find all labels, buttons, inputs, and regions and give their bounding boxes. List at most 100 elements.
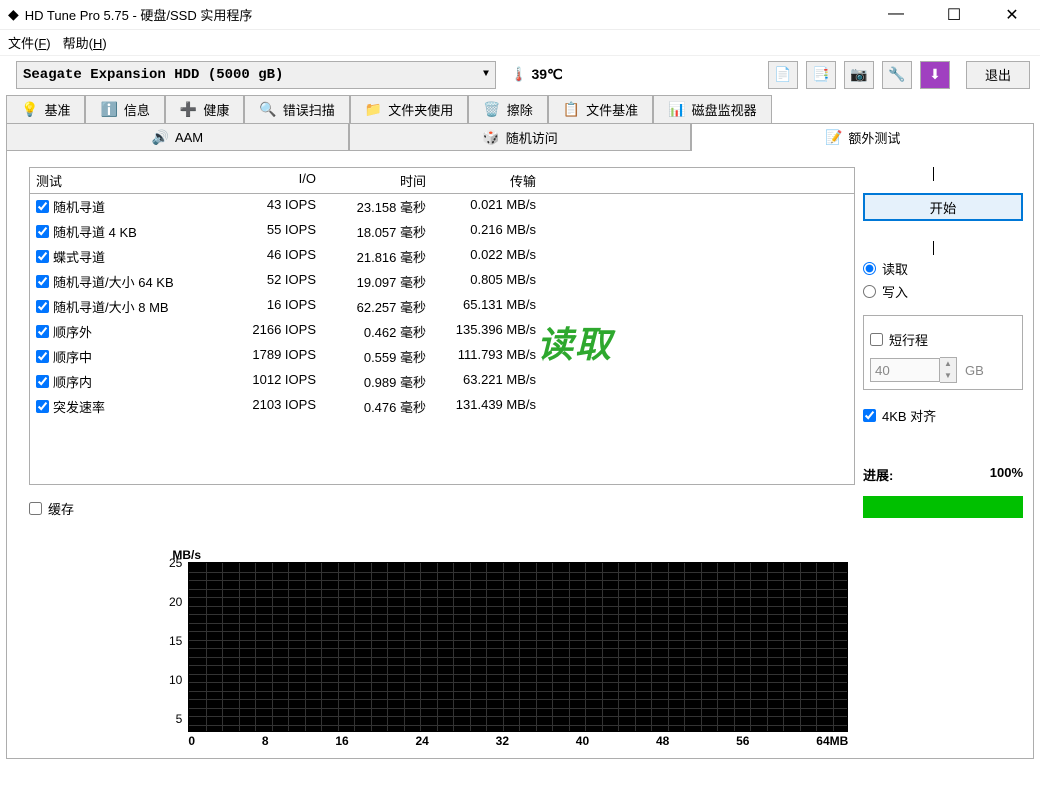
tab-文件基准[interactable]: 📋文件基准 [548,95,653,123]
row-time: 0.462 毫秒 [316,322,426,341]
watermark-text: 读取 [537,316,613,368]
chart-canvas [188,562,848,732]
start-button[interactable]: 开始 [863,193,1023,221]
row-xfer: 0.216 MB/s [426,222,536,241]
row-io: 1789 IOPS [226,347,316,366]
close-button[interactable]: ✕ [992,5,1032,25]
tab-错误扫描[interactable]: 🔍错误扫描 [244,95,349,123]
read-label: 读取 [882,259,908,278]
tab-基准[interactable]: 💡 基准 [6,95,85,123]
xtick: 24 [415,734,428,748]
table-row: 顺序外2166 IOPS0.462 毫秒135.396 MB/s [30,319,854,344]
row-io: 46 IOPS [226,247,316,266]
tab-信息[interactable]: ℹ️信息 [85,95,164,123]
thermometer-icon: 🌡️ [510,66,527,83]
tab-label: 基准 [44,100,70,119]
row-checkbox[interactable] [36,275,49,288]
row-time: 0.989 毫秒 [316,372,426,391]
screenshot-button[interactable]: 📷 [844,61,874,89]
row-test: 蝶式寻道 [53,247,105,266]
menu-file[interactable]: 文件(F) [8,33,51,52]
copy-all-button[interactable]: 📑 [806,61,836,89]
tab-健康[interactable]: ➕健康 [165,95,244,123]
row-test: 随机寻道 4 KB [53,222,137,241]
row-xfer: 131.439 MB/s [426,397,536,416]
tab-磁盘监视器[interactable]: 📊磁盘监视器 [653,95,771,123]
cache-checkbox[interactable] [29,502,42,515]
tab-文件夹使用[interactable]: 📁文件夹使用 [350,95,468,123]
tab-content: 测试 I/O 时间 传输 随机寻道43 IOPS23.158 毫秒0.021 M… [6,150,1034,759]
xtick: 64MB [816,734,848,748]
download-icon: ⬇ [929,66,941,83]
row-xfer: 0.805 MB/s [426,272,536,291]
tab-icon: 💡 [21,101,38,118]
save-button[interactable]: ⬇ [920,61,950,89]
progress-value: 100% [990,465,1023,484]
chart-area: MB/s 252015105 0816243240485664MB [29,548,1023,748]
short-stroke-checkbox[interactable] [870,333,883,346]
row-time: 0.476 毫秒 [316,397,426,416]
chart-y-labels: 252015105 [169,556,188,726]
menu-help[interactable]: 帮助(H) [63,33,107,52]
ytick: 10 [169,673,182,687]
minimize-button[interactable]: — [876,5,916,25]
row-checkbox[interactable] [36,200,49,213]
row-time: 23.158 毫秒 [316,197,426,216]
row-xfer: 135.396 MB/s [426,322,536,341]
exit-button[interactable]: 退出 [966,61,1030,89]
row-xfer: 111.793 MB/s [426,347,536,366]
row-time: 0.559 毫秒 [316,347,426,366]
short-stroke-value[interactable] [870,358,940,382]
cache-label: 缓存 [48,499,74,518]
tab-AAM[interactable]: 🔊AAM [6,123,349,151]
row-io: 55 IOPS [226,222,316,241]
ytick: 15 [169,634,182,648]
row-checkbox[interactable] [36,300,49,313]
gear-icon: 🔧 [888,66,905,83]
tab-icon: 📋 [563,101,580,118]
spin-down-icon[interactable]: ▼ [940,370,956,382]
menu-bar: 文件(F) 帮助(H) [0,30,1040,56]
write-radio[interactable] [863,285,876,298]
row-xfer: 0.022 MB/s [426,247,536,266]
tab-label: 随机访问 [506,128,558,147]
table-header: 测试 I/O 时间 传输 [30,168,854,194]
align-4kb-checkbox[interactable] [863,409,876,422]
tab-label: 健康 [203,100,229,119]
right-panel: 开始 读取 写入 短行程 [863,167,1023,518]
maximize-button[interactable]: ☐ [934,5,974,25]
results-table: 测试 I/O 时间 传输 随机寻道43 IOPS23.158 毫秒0.021 M… [29,167,855,485]
row-checkbox[interactable] [36,225,49,238]
tab-label: 错误扫描 [283,100,335,119]
row-io: 2103 IOPS [226,397,316,416]
tab-额外测试[interactable]: 📝额外测试 [691,123,1034,151]
short-stroke-spinner[interactable]: ▲▼ [870,357,957,383]
row-checkbox[interactable] [36,350,49,363]
row-test: 随机寻道/大小 64 KB [53,272,174,291]
xtick: 48 [656,734,669,748]
spin-up-icon[interactable]: ▲ [940,358,956,370]
tab-icon: 🗑️ [483,101,500,118]
tab-擦除[interactable]: 🗑️擦除 [468,95,547,123]
xtick: 56 [736,734,749,748]
tab-icon: 📊 [668,101,685,118]
read-radio[interactable] [863,262,876,275]
progress-label: 进展: [863,465,893,484]
row-checkbox[interactable] [36,400,49,413]
write-label: 写入 [882,282,908,301]
window-title: HD Tune Pro 5.75 - 硬盘/SSD 实用程序 [25,5,876,24]
xtick: 16 [335,734,348,748]
ytick: 5 [176,712,183,726]
ytick: 25 [169,556,182,570]
row-test: 随机寻道 [53,197,105,216]
row-checkbox[interactable] [36,375,49,388]
row-checkbox[interactable] [36,325,49,338]
drive-select[interactable]: Seagate Expansion HDD (5000 gB) ▼ [16,61,496,89]
copy-button[interactable]: 📄 [768,61,798,89]
settings-button[interactable]: 🔧 [882,61,912,89]
row-checkbox[interactable] [36,250,49,263]
tab-随机访问[interactable]: 🎲随机访问 [349,123,692,151]
camera-icon: 📷 [850,66,867,83]
table-row: 突发速率2103 IOPS0.476 毫秒131.439 MB/s [30,394,854,419]
tab-icon: ℹ️ [100,101,117,118]
